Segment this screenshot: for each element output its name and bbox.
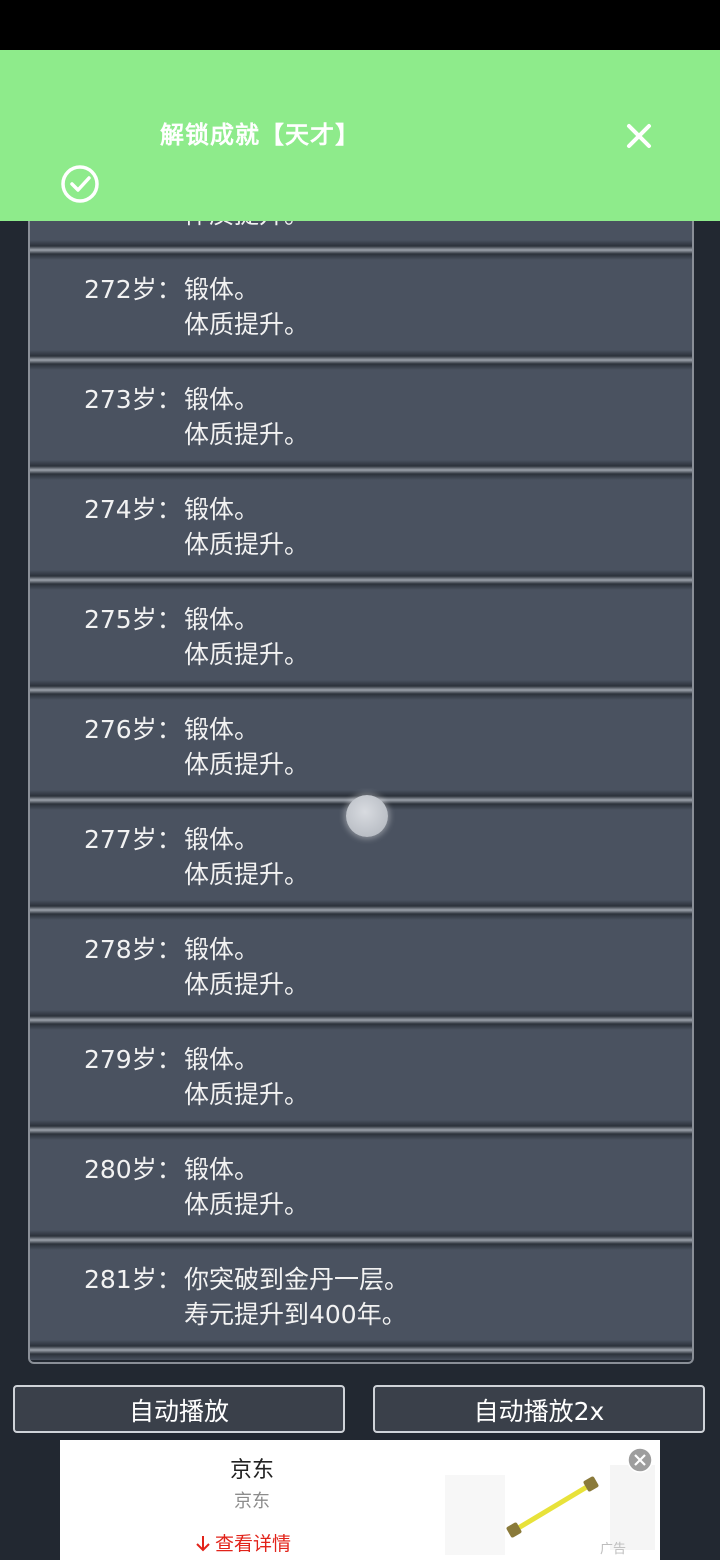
entry-age: 277岁： (84, 825, 182, 854)
entry-age: 274岁： (84, 495, 182, 524)
log-entry: 274岁： 锻体。体质提升。 (30, 480, 692, 570)
life-log-panel[interactable]: 体质提升。 272岁： 锻体。体质提升。 273岁： 锻体。体质提升。 274岁… (28, 200, 694, 1364)
divider (30, 900, 692, 920)
entry-line: 锻体。 (184, 385, 260, 414)
download-arrow-icon (196, 1536, 210, 1552)
auto-play-button[interactable]: 自动播放 (13, 1385, 345, 1433)
log-entry: 281岁： 你突破到金丹一层。 寿元提升到400年。 (30, 1250, 692, 1340)
entry-line: 锻体。 (184, 935, 260, 964)
ad-close-icon[interactable] (627, 1447, 653, 1473)
ad-title: 京东 (230, 1458, 275, 1483)
log-entry: 272岁： 锻体。体质提升。 (30, 260, 692, 350)
ad-label: 广告 (600, 1542, 627, 1557)
divider (30, 680, 692, 700)
entry-line: 锻体。 (184, 495, 260, 524)
entry-line: 锻体。 (184, 1155, 260, 1184)
entry-age: 279岁： (84, 1045, 182, 1074)
entry-line: 锻体。 (184, 1045, 260, 1074)
entry-line: 体质提升。 (184, 1080, 310, 1109)
entry-line: 体质提升。 (184, 1190, 310, 1219)
entry-line: 锻体。 (184, 605, 260, 634)
log-entry: 275岁： 锻体。体质提升。 (30, 590, 692, 680)
divider (30, 1010, 692, 1030)
entry-age: 272岁： (84, 275, 182, 304)
log-entry: 279岁： 锻体。体质提升。 (30, 1030, 692, 1120)
log-entry: 276岁： 锻体。体质提升。 (30, 700, 692, 790)
log-entry: 278岁： 锻体。体质提升。 (30, 920, 692, 1010)
auto-play-2x-button[interactable]: 自动播放2x (373, 1385, 705, 1433)
divider (30, 1230, 692, 1250)
entry-age: 280岁： (84, 1155, 182, 1184)
entry-age: 275岁： (84, 605, 182, 634)
check-circle-icon (61, 165, 99, 203)
entry-line: 你突破到金丹一层。 (184, 1265, 410, 1294)
entry-age: 273岁： (84, 385, 182, 414)
entry-line: 锻体。 (184, 715, 260, 744)
ad-banner[interactable]: 京东 京东 查看详情 广告 (60, 1440, 660, 1560)
entry-line: 锻体。 (184, 275, 260, 304)
close-icon[interactable] (624, 121, 654, 151)
entry-age: 276岁： (84, 715, 182, 744)
log-entry: 280岁： 锻体。体质提升。 (30, 1140, 692, 1230)
ad-detail-label: 查看详情 (215, 1533, 292, 1555)
entry-line: 体质提升。 (184, 310, 310, 339)
divider (30, 460, 692, 480)
divider (30, 350, 692, 370)
entry-age: 278岁： (84, 935, 182, 964)
log-entry: 273岁： 锻体。体质提升。 (30, 370, 692, 460)
entry-line: 体质提升。 (184, 860, 310, 889)
entry-line: 体质提升。 (184, 750, 310, 779)
entry-line: 体质提升。 (184, 530, 310, 559)
product-image (445, 1465, 655, 1555)
divider (30, 570, 692, 590)
entry-line: 体质提升。 (184, 640, 310, 669)
divider (30, 1120, 692, 1140)
achievement-toast: 解锁成就【天才】 (0, 50, 720, 221)
touch-indicator (346, 795, 388, 837)
toast-message: 解锁成就【天才】 (160, 121, 360, 149)
divider (30, 1340, 692, 1360)
entry-line: 寿元提升到400年。 (184, 1300, 407, 1329)
entry-line: 锻体。 (184, 825, 260, 854)
entry-age: 281岁： (84, 1265, 182, 1294)
ad-detail-link[interactable]: 查看详情 (195, 1529, 291, 1556)
ad-subtitle: 京东 (234, 1491, 270, 1512)
divider (30, 240, 692, 260)
status-bar (0, 0, 720, 50)
entry-line: 体质提升。 (184, 420, 310, 449)
entry-line: 体质提升。 (184, 970, 310, 999)
